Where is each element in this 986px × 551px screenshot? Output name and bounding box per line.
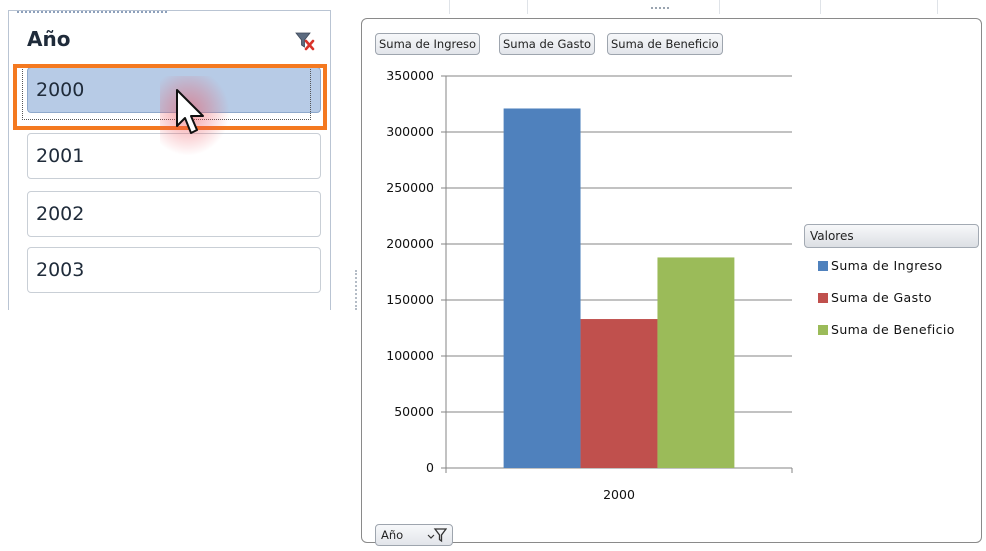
x-tick-label: 2000 (603, 487, 635, 502)
sheet-gridline (820, 0, 821, 14)
slicer-item-2001[interactable]: 2001 (27, 133, 321, 179)
sheet-gridline (719, 0, 720, 14)
legend-swatch (818, 261, 828, 271)
year-slicer: Año 2000 2001 2002 2003 (8, 10, 331, 310)
y-tick-label: 350000 (386, 68, 434, 83)
axis-field-button-ano[interactable]: Año (375, 524, 453, 546)
legend-label: Suma de Gasto (831, 290, 932, 305)
y-tick-label: 100000 (386, 348, 434, 363)
chart-resize-handle-left[interactable] (355, 270, 357, 310)
sheet-gridline (527, 0, 528, 14)
slicer-header: Año (9, 11, 330, 61)
legend-swatch (818, 293, 828, 303)
y-tick-label: 50000 (394, 404, 434, 419)
legend-label: Suma de Beneficio (831, 322, 955, 337)
value-field-button-ingreso[interactable]: Suma de Ingreso (375, 33, 481, 55)
plot-area: 0 50000 100000 150000 200000 250000 300000 3500… (386, 68, 793, 502)
legend-label: Suma de Ingreso (831, 258, 943, 273)
y-tick-label: 200000 (386, 236, 434, 251)
bar-suma-de-ingreso (503, 108, 581, 469)
bar-suma-de-beneficio (657, 257, 735, 468)
legend-swatch (818, 325, 828, 335)
chart-resize-handle-top[interactable] (651, 7, 669, 11)
chart-legend: Valores Suma de Ingreso Suma de Gasto Su… (804, 224, 979, 354)
slicer-title: Año (27, 27, 71, 51)
y-tick-label: 300000 (386, 124, 434, 139)
sheet-gridline (449, 0, 450, 14)
value-field-button-gasto[interactable]: Suma de Gasto (499, 33, 596, 55)
clear-filter-icon[interactable] (294, 30, 316, 52)
slicer-item-2002[interactable]: 2002 (27, 191, 321, 237)
y-tick-label: 150000 (386, 292, 434, 307)
slicer-item-2000[interactable]: 2000 (27, 67, 321, 113)
y-tick-label: 0 (426, 460, 434, 475)
sheet-gridline (937, 0, 938, 14)
axis-field-label: Año (381, 528, 404, 542)
filter-dropdown-icon[interactable] (427, 527, 448, 543)
bar-suma-de-gasto (580, 319, 658, 468)
legend-header[interactable]: Valores (804, 224, 979, 248)
y-tick-label: 250000 (386, 180, 434, 195)
value-field-button-beneficio[interactable]: Suma de Beneficio (607, 33, 723, 55)
slicer-item-2003[interactable]: 2003 (27, 247, 321, 293)
pivot-chart[interactable]: Suma de Ingreso Suma de Gasto Suma de Be… (361, 18, 982, 546)
